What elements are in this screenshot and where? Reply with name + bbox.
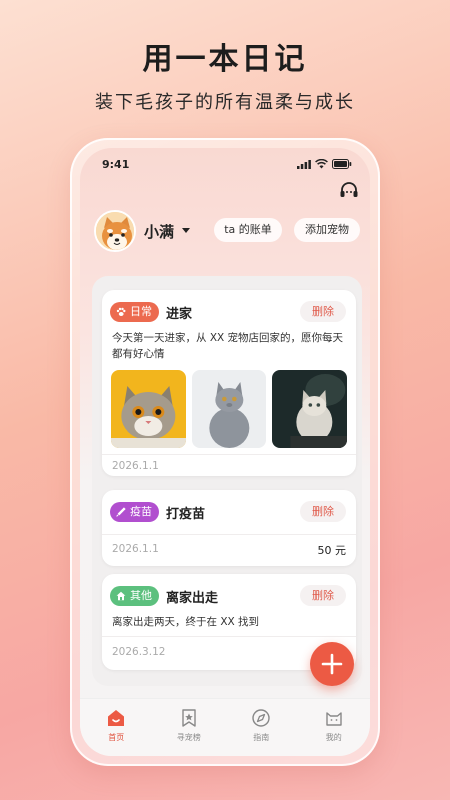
headset-icon[interactable] xyxy=(338,180,360,202)
tab-profile[interactable]: 我的 xyxy=(298,699,371,756)
entry-photos xyxy=(111,370,348,448)
pet-name[interactable]: 小满 xyxy=(144,221,174,242)
card-divider xyxy=(102,636,356,637)
tag-vaccine: 疫苗 xyxy=(110,502,159,522)
promo-subline: 装下毛孩子的所有温柔与成长 xyxy=(95,92,355,113)
orange-cat-photo[interactable] xyxy=(111,370,186,448)
promo-headline: 用一本日记 xyxy=(142,42,308,77)
status-time: 9:41 xyxy=(102,158,130,171)
tab-guide[interactable]: 指南 xyxy=(225,699,298,756)
battery-icon xyxy=(332,159,352,169)
tab-lost-pets[interactable]: 寻宠榜 xyxy=(153,699,226,756)
status-icons xyxy=(297,159,352,169)
bill-button[interactable]: ta 的账单 xyxy=(214,218,282,242)
entry-date: 2026.1.1 xyxy=(112,460,159,472)
app-screen: 9:41 小满 ta 的账单 添加宠物 日常 进家 删除 今天第一天进家，从 X… xyxy=(80,148,370,756)
entry-title: 进家 xyxy=(166,307,193,322)
entry-title: 离家出走 xyxy=(166,591,219,606)
tag-label: 日常 xyxy=(130,305,152,318)
tag-label: 其他 xyxy=(130,589,152,602)
phone-frame: 9:41 小满 ta 的账单 添加宠物 日常 进家 删除 今天第一天进家，从 X… xyxy=(70,138,380,766)
grey-cat-photo[interactable] xyxy=(191,370,267,448)
compass-icon xyxy=(252,709,270,727)
add-pet-button[interactable]: 添加宠物 xyxy=(294,218,360,242)
tab-label: 寻宠榜 xyxy=(176,733,201,742)
status-bar: 9:41 xyxy=(102,158,352,172)
tab-home[interactable]: 首页 xyxy=(80,699,153,756)
wifi-icon xyxy=(315,159,328,169)
card-divider xyxy=(102,454,356,455)
tab-label: 指南 xyxy=(253,733,270,742)
home-icon xyxy=(108,710,125,726)
entry-date: 2026.3.12 xyxy=(112,646,166,658)
tab-label: 首页 xyxy=(108,733,125,742)
card-divider xyxy=(102,534,356,535)
entry-title: 打疫苗 xyxy=(166,507,206,522)
add-entry-button[interactable] xyxy=(310,642,354,686)
home-icon xyxy=(116,591,126,601)
caret-down-icon[interactable] xyxy=(180,224,192,236)
bottom-tab-bar: 首页 寻宠榜 指南 我的 xyxy=(80,698,370,756)
tag-daily: 日常 xyxy=(110,302,159,322)
white-cat-photo[interactable] xyxy=(272,370,348,448)
delete-button[interactable]: 删除 xyxy=(300,501,346,522)
cat-face-icon xyxy=(326,712,342,726)
tag-label: 疫苗 xyxy=(130,505,152,518)
syringe-icon xyxy=(116,507,126,517)
diary-entry-card[interactable]: 日常 进家 删除 今天第一天进家，从 XX 宠物店回家的，愿你每天都有好心情 2… xyxy=(102,290,356,476)
plus-icon xyxy=(321,653,343,675)
entry-date: 2026.1.1 xyxy=(112,543,159,555)
tag-other: 其他 xyxy=(110,586,159,606)
pet-avatar[interactable] xyxy=(94,210,136,252)
diary-entry-card[interactable]: 疫苗 打疫苗 删除 2026.1.1 50 元 xyxy=(102,490,356,566)
tab-label: 我的 xyxy=(325,733,342,742)
diary-list: 日常 进家 删除 今天第一天进家，从 XX 宠物店回家的，愿你每天都有好心情 2… xyxy=(92,276,362,686)
bookmark-star-icon xyxy=(182,709,196,727)
paw-icon xyxy=(116,307,126,316)
delete-button[interactable]: 删除 xyxy=(300,585,346,606)
entry-amount: 50 元 xyxy=(317,544,347,557)
pet-header: 小满 ta 的账单 添加宠物 xyxy=(94,210,360,254)
signal-icon xyxy=(297,159,311,169)
delete-button[interactable]: 删除 xyxy=(300,301,346,322)
entry-description: 离家出走两天，终于在 XX 找到 xyxy=(112,616,260,628)
shiba-avatar-icon xyxy=(96,212,134,250)
entry-description: 今天第一天进家，从 XX 宠物店回家的，愿你每天都有好心情 xyxy=(112,332,344,360)
